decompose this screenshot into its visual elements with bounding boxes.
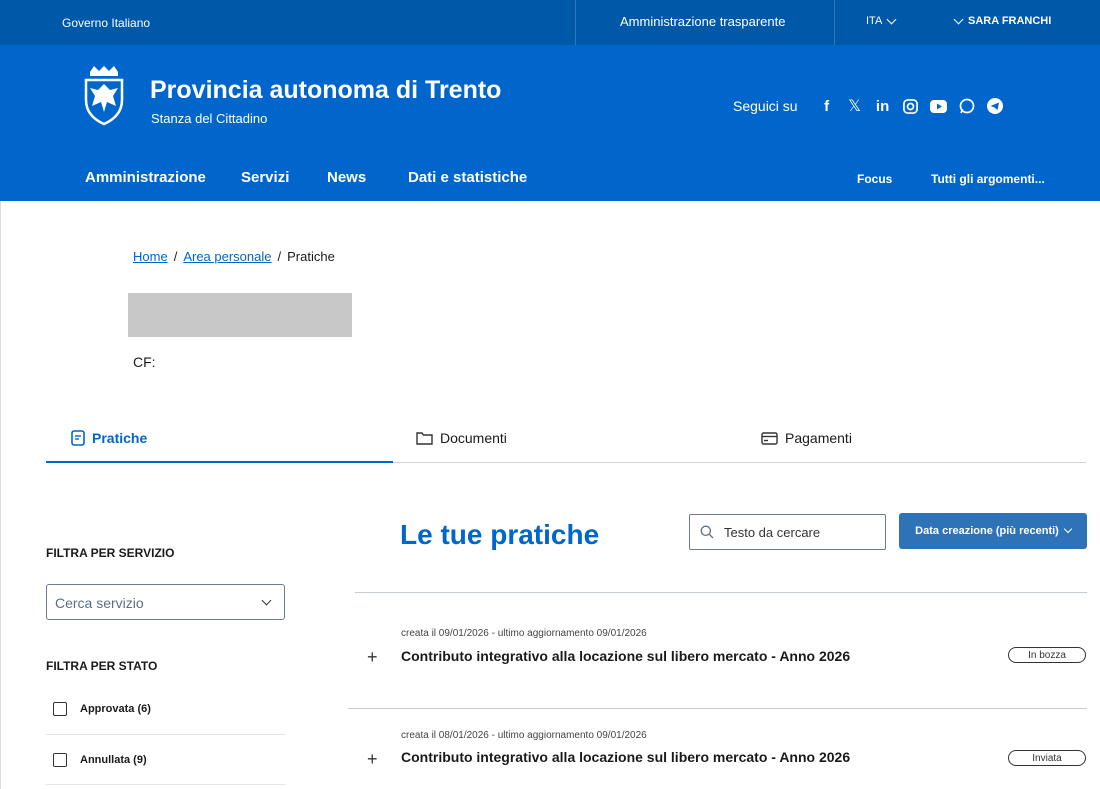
youtube-icon[interactable] <box>928 96 950 116</box>
status-badge: Inviata <box>1008 750 1086 766</box>
top-bar: Governo Italiano Amministrazione traspar… <box>0 0 1100 45</box>
government-link[interactable]: Governo Italiano <box>62 16 150 30</box>
nav-all-topics[interactable]: Tutti gli argomenti... <box>931 172 1045 186</box>
breadcrumb-current: Pratiche <box>287 249 335 264</box>
credit-card-icon <box>761 431 778 445</box>
status-checkbox-approvata[interactable]: Approvata (6) <box>53 702 151 716</box>
tab-documenti[interactable]: Documenti <box>416 430 507 446</box>
nav-news[interactable]: News <box>327 169 366 186</box>
filter-separator <box>46 784 286 785</box>
site-header: Provincia autonoma di Trento Stanza del … <box>0 45 1100 201</box>
breadcrumb-home[interactable]: Home <box>133 249 168 264</box>
practice-meta: creata il 09/01/2026 - ultimo aggiorname… <box>401 628 647 639</box>
folder-icon <box>416 432 433 445</box>
practice-title[interactable]: Contributo integrativo alla locazione su… <box>401 648 850 664</box>
breadcrumb-separator: / <box>173 249 178 264</box>
transparency-link[interactable]: Amministrazione trasparente <box>620 14 785 29</box>
breadcrumb-separator: / <box>277 249 282 264</box>
site-title[interactable]: Provincia autonoma di Trento <box>150 76 501 105</box>
filter-service-title: FILTRA PER SERVIZIO <box>46 546 175 560</box>
topbar-separator <box>834 0 835 45</box>
chevron-down-icon <box>1063 524 1073 534</box>
tab-pratiche[interactable]: Pratiche <box>71 430 147 446</box>
x-icon[interactable]: 𝕏 <box>844 96 866 116</box>
nav-focus[interactable]: Focus <box>857 172 892 186</box>
facebook-icon[interactable]: f <box>816 96 838 116</box>
expand-plus-icon[interactable]: + <box>367 647 378 668</box>
follow-label: Seguici su <box>733 98 798 114</box>
checkbox[interactable] <box>53 753 67 767</box>
service-filter-placeholder: Cerca servizio <box>55 595 144 611</box>
redacted-user-name <box>128 293 352 337</box>
chevron-down-icon <box>261 595 272 606</box>
trento-coat-of-arms-icon[interactable] <box>80 66 128 126</box>
topbar-separator <box>575 0 576 45</box>
list-divider <box>348 708 1087 709</box>
status-checkbox-annullata[interactable]: Annullata (9) <box>53 753 147 767</box>
tab-pagamenti[interactable]: Pagamenti <box>761 430 852 446</box>
search-placeholder: Testo da cercare <box>724 524 821 540</box>
expand-plus-icon[interactable]: + <box>367 749 378 770</box>
search-icon <box>700 525 714 539</box>
list-divider <box>355 592 1087 593</box>
breadcrumb: Home / Area personale / Pratiche <box>133 249 335 264</box>
site-subtitle: Stanza del Cittadino <box>151 111 268 126</box>
section-tabs: Pratiche Documenti Pagamenti <box>46 420 1086 463</box>
practice-meta: creata il 08/01/2026 - ultimo aggiorname… <box>401 730 647 741</box>
user-name: SARA FRANCHI <box>968 15 1052 27</box>
telegram-icon[interactable] <box>984 96 1006 116</box>
nav-amministrazione[interactable]: Amministrazione <box>85 169 206 186</box>
chevron-down-icon <box>886 14 897 24</box>
sort-label: Data creazione (più recenti) <box>915 525 1059 537</box>
file-icon <box>71 430 85 446</box>
language-label: ITA <box>866 15 883 27</box>
sort-dropdown-button[interactable]: Data creazione (più recenti) <box>899 513 1087 549</box>
status-badge: In bozza <box>1008 647 1086 663</box>
page-title: Le tue pratiche <box>400 519 600 550</box>
chevron-down-icon <box>953 14 964 24</box>
filter-separator <box>46 734 286 735</box>
language-selector[interactable]: ITA <box>866 14 897 27</box>
instagram-icon[interactable] <box>900 96 922 116</box>
filter-status-title: FILTRA PER STATO <box>46 659 158 673</box>
service-filter-select[interactable]: Cerca servizio <box>46 584 285 620</box>
search-input[interactable]: Testo da cercare <box>689 514 886 550</box>
tab-label: Pratiche <box>92 430 148 446</box>
whatsapp-icon[interactable] <box>956 96 978 116</box>
nav-dati-statistiche[interactable]: Dati e statistiche <box>408 169 527 186</box>
tab-label: Pagamenti <box>785 430 852 446</box>
tax-code-label: CF: <box>133 354 156 370</box>
checkbox-label: Annullata (9) <box>80 754 147 766</box>
checkbox-label: Approvata (6) <box>80 703 151 715</box>
practice-title[interactable]: Contributo integrativo alla locazione su… <box>401 749 850 765</box>
social-links: Seguici su f 𝕏 in <box>733 96 1012 116</box>
checkbox[interactable] <box>53 702 67 716</box>
tab-label: Documenti <box>440 430 507 446</box>
user-menu[interactable]: SARA FRANCHI <box>953 14 1052 27</box>
breadcrumb-area-personale[interactable]: Area personale <box>183 249 271 264</box>
linkedin-icon[interactable]: in <box>872 96 894 116</box>
nav-servizi[interactable]: Servizi <box>241 169 289 186</box>
active-tab-indicator <box>46 461 393 463</box>
